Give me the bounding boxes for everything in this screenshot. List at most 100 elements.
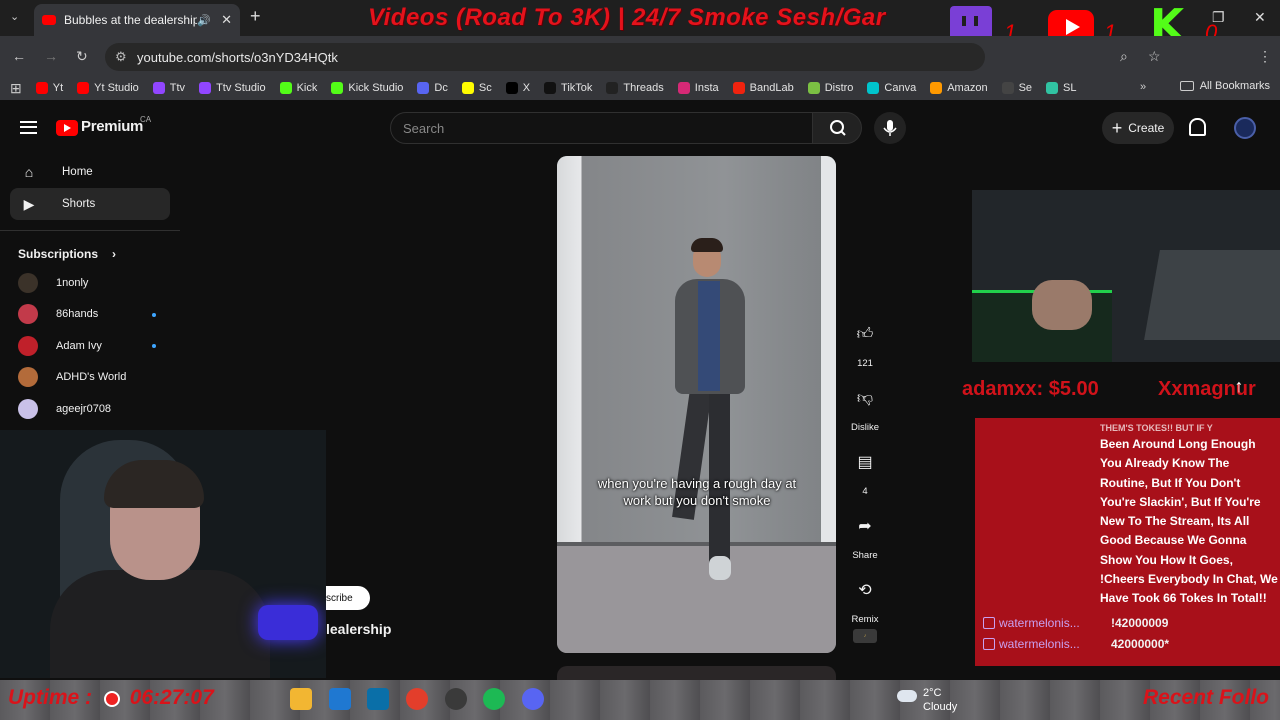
bookmark-favicon-icon xyxy=(867,82,880,94)
folder-icon xyxy=(1179,81,1194,91)
video-pole xyxy=(821,156,836,546)
store-icon[interactable] xyxy=(329,688,351,710)
share-label: Share xyxy=(852,550,878,561)
sound-thumbnail[interactable]: ♪ xyxy=(853,629,877,643)
bookmark-favicon-icon xyxy=(1046,82,1059,94)
address-bar[interactable]: ⚙ youtube.com/shorts/o3nYD34HQtk xyxy=(105,43,985,71)
more-bookmarks-icon[interactable]: » xyxy=(1140,81,1146,93)
youtube-logo-icon[interactable] xyxy=(56,120,78,136)
bookmark-item[interactable]: BandLab xyxy=(732,82,794,94)
chat-username: watermelonis... xyxy=(999,637,1080,651)
bookmark-item[interactable]: Dc xyxy=(417,82,448,94)
like-action[interactable]: 👍︎ 121 xyxy=(849,318,881,370)
zoom-icon[interactable]: ⌕ xyxy=(1120,48,1128,65)
subscription-item[interactable]: ADHD's World xyxy=(0,362,180,394)
sidebar-item-home[interactable]: ⌂ Home xyxy=(10,156,170,188)
bookmark-item[interactable]: Ttv xyxy=(152,82,185,94)
sidebar-item-shorts[interactable]: ▶ Shorts xyxy=(10,188,170,220)
subscription-item[interactable]: ageejr0708 xyxy=(0,393,180,425)
remix-action[interactable]: ⟲ Remix xyxy=(849,574,881,625)
bookmark-item[interactable]: Threads xyxy=(606,82,664,94)
weather-widget[interactable]: 2°C Cloudy xyxy=(923,686,957,714)
person-shoe xyxy=(709,556,731,580)
app-icon[interactable] xyxy=(367,688,389,710)
tab-search-icon[interactable]: ⌄ xyxy=(10,10,19,23)
thumbs-up-icon[interactable]: 👍︎ xyxy=(849,318,881,350)
bookmark-item[interactable]: Yt Studio xyxy=(77,82,139,94)
subscriptions-header[interactable]: Subscriptions › xyxy=(0,241,180,267)
all-bookmarks[interactable]: All Bookmarks xyxy=(1179,80,1270,92)
apps-grid-icon[interactable]: ⊞ xyxy=(10,80,22,97)
reload-icon[interactable]: ↻ xyxy=(76,48,88,65)
bookmark-item[interactable]: Canva xyxy=(867,82,916,94)
bookmark-label: BandLab xyxy=(749,82,794,94)
subscription-item[interactable]: 1nonly xyxy=(0,267,180,299)
close-window-icon[interactable]: ✕ xyxy=(1254,9,1266,26)
obs-icon[interactable] xyxy=(445,688,467,710)
search-button[interactable] xyxy=(812,112,862,144)
bookmark-item[interactable]: TikTok xyxy=(544,82,592,94)
bookmark-star-icon[interactable]: ☆ xyxy=(1148,48,1161,65)
bookmark-favicon-icon xyxy=(331,82,344,94)
share-action[interactable]: ➦ Share xyxy=(849,510,881,561)
thumbs-down-icon[interactable]: 👎︎ xyxy=(849,382,881,414)
channel-avatar xyxy=(18,272,38,293)
forward-icon[interactable]: → xyxy=(44,48,58,64)
bookmark-item[interactable]: Amazon xyxy=(930,82,988,94)
hamburger-menu-icon[interactable] xyxy=(20,121,37,134)
search-input[interactable]: Search xyxy=(390,112,813,144)
bookmark-item[interactable]: Ttv Studio xyxy=(199,82,266,94)
voice-search-button[interactable] xyxy=(874,112,906,144)
blue-light xyxy=(258,605,318,640)
chat-panel-line: THEM'S TOKES!! BUT IF Y xyxy=(1100,423,1213,433)
bookmark-item[interactable]: X xyxy=(505,82,530,94)
discord-icon[interactable] xyxy=(522,688,544,710)
bookmark-item[interactable]: Insta xyxy=(677,82,719,94)
bookmark-item[interactable]: Se xyxy=(1001,82,1032,94)
dislike-action[interactable]: 👎︎ Dislike xyxy=(849,382,881,434)
bookmark-item[interactable]: Yt xyxy=(35,82,63,94)
all-bookmarks-label: All Bookmarks xyxy=(1199,80,1270,92)
menu-icon[interactable]: ⋮ xyxy=(1258,48,1272,65)
new-tab-button[interactable]: + xyxy=(250,6,261,27)
bookmark-item[interactable]: Kick xyxy=(279,82,317,94)
remix-icon[interactable]: ⟲ xyxy=(849,574,881,606)
scroll-up-icon[interactable]: ↑ xyxy=(1228,376,1250,404)
spotify-icon[interactable] xyxy=(483,688,505,710)
create-button[interactable]: + Create xyxy=(1102,112,1174,144)
account-avatar[interactable] xyxy=(1234,117,1256,139)
short-video-player[interactable]: when you're having a rough day at work b… xyxy=(557,156,836,653)
back-icon[interactable]: ← xyxy=(12,48,26,64)
bookmark-favicon-icon xyxy=(152,82,165,94)
site-info-icon[interactable]: ⚙ xyxy=(115,49,127,65)
share-icon[interactable]: ➦ xyxy=(849,510,881,542)
file-explorer-icon[interactable] xyxy=(290,688,312,710)
bookmark-favicon-icon xyxy=(1001,82,1014,94)
short-title[interactable]: lealership xyxy=(326,621,391,637)
url-text: youtube.com/shorts/o3nYD34HQtk xyxy=(137,49,338,65)
restore-window-icon[interactable]: ❐ xyxy=(1212,9,1225,26)
subscription-item[interactable]: 86hands xyxy=(0,299,180,331)
video-ground xyxy=(557,546,836,653)
notifications-bell-icon[interactable] xyxy=(1189,118,1206,136)
subscription-item[interactable]: Adam Ivy xyxy=(0,330,180,362)
close-tab-icon[interactable]: ✕ xyxy=(221,12,232,28)
weather-condition: Cloudy xyxy=(923,701,958,713)
bookmark-item[interactable]: Kick Studio xyxy=(331,82,403,94)
bookmark-favicon-icon xyxy=(807,82,820,94)
bookmark-favicon-icon xyxy=(930,82,943,94)
streamer-body xyxy=(50,570,270,678)
chat-panel-line: You Already Know The xyxy=(1100,456,1230,471)
bookmark-item[interactable]: Sc xyxy=(461,82,492,94)
bookmark-item[interactable]: Distro xyxy=(807,82,853,94)
comment-icon[interactable]: ▤ xyxy=(849,446,881,478)
youtube-premium-logo[interactable]: Premium xyxy=(81,118,143,135)
chrome-icon[interactable] xyxy=(406,688,428,710)
keyboard xyxy=(1144,250,1280,340)
bookmark-item[interactable]: SL xyxy=(1046,82,1077,94)
speaker-icon[interactable]: 🔊 xyxy=(197,14,211,27)
comments-action[interactable]: ▤ 4 xyxy=(849,446,881,497)
new-content-dot xyxy=(152,312,156,317)
active-tab[interactable]: Bubbles at the dealership - 🔊 ✕ xyxy=(34,4,240,36)
subscribe-button[interactable]: scribe xyxy=(326,586,370,610)
